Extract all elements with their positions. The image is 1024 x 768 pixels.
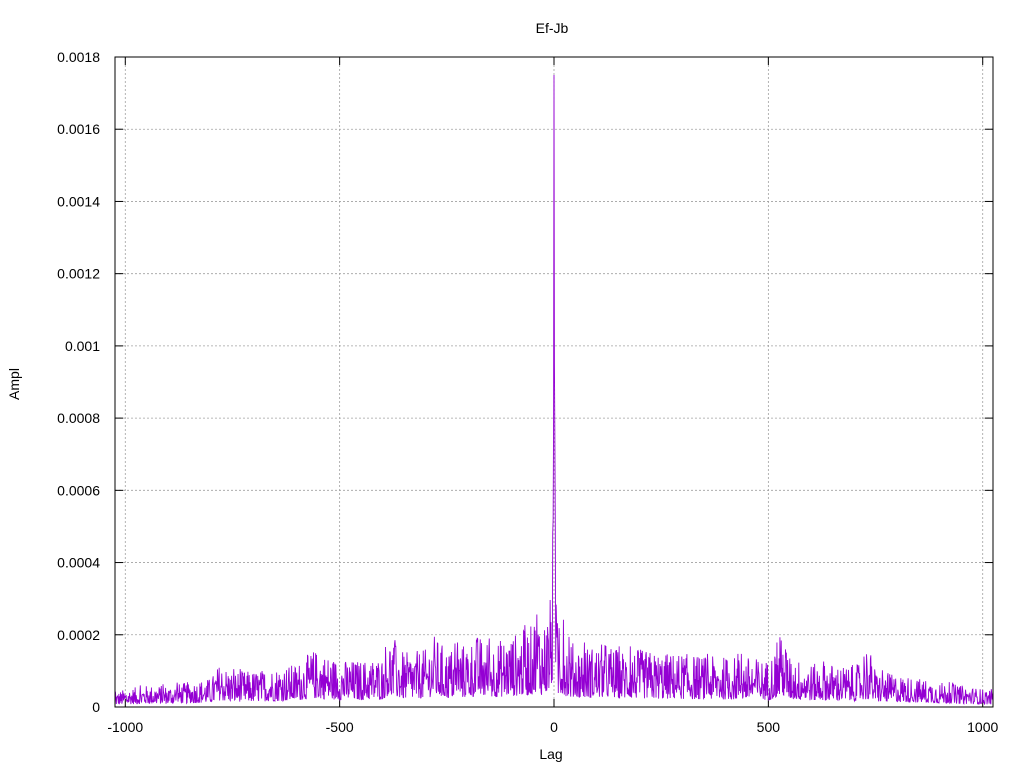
y-tick-label: 0.0002 xyxy=(57,627,100,643)
y-tick-label: 0.001 xyxy=(65,338,100,354)
y-tick-label: 0.0016 xyxy=(57,121,100,137)
y-tick-label: 0.0018 xyxy=(57,49,100,65)
x-tick-label: -500 xyxy=(326,719,354,735)
x-tick-label: 500 xyxy=(757,719,781,735)
y-tick-label: 0.0004 xyxy=(57,555,100,571)
y-tick-label: 0.0012 xyxy=(57,266,100,282)
x-tick-labels: -1000 -500 0 500 1000 xyxy=(107,719,998,735)
chart-title: Ef-Jb xyxy=(536,20,569,36)
y-tick-label: 0 xyxy=(92,699,100,715)
y-axis-label: Ampl xyxy=(6,368,22,400)
y-tick-label: 0.0006 xyxy=(57,482,100,498)
y-tick-label: 0.0014 xyxy=(57,193,100,209)
x-tick-label: 1000 xyxy=(967,719,998,735)
y-tick-labels: 0 0.0002 0.0004 0.0006 0.0008 0.001 0.0012 0.00… xyxy=(57,49,100,715)
x-tick-label: 0 xyxy=(550,719,558,735)
x-axis-label: Lag xyxy=(539,746,562,762)
x-tick-label: -1000 xyxy=(107,719,143,735)
y-tick-label: 0.0008 xyxy=(57,410,100,426)
chart: 0 0.0002 0.0004 0.0006 0.0008 0.001 0.0012 0.00… xyxy=(6,20,998,762)
